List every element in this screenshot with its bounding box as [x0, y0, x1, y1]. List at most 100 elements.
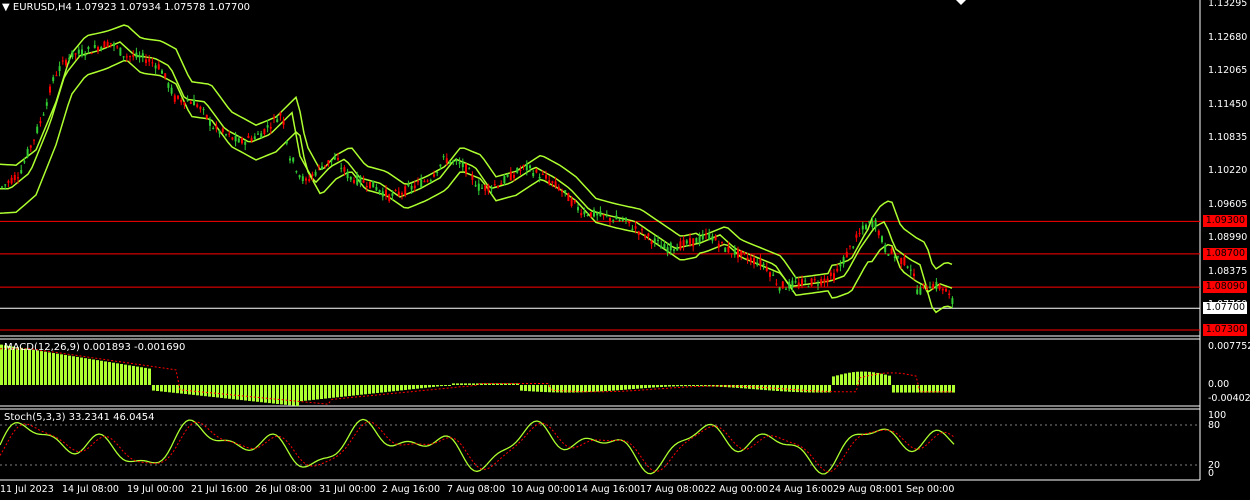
candle-body: [84, 54, 87, 57]
candle-body: [647, 233, 650, 237]
candle-body: [884, 245, 887, 253]
candle-body: [506, 174, 509, 177]
candle-body: [897, 256, 899, 258]
candle-body: [337, 158, 339, 160]
candle-body: [314, 171, 317, 176]
macd-bar: [652, 385, 655, 388]
candle-body: [695, 237, 698, 243]
candle-body: [551, 181, 554, 183]
candle-body: [81, 49, 83, 57]
candle-body: [285, 141, 288, 144]
candle-body: [842, 257, 845, 265]
time-tick: 22 Aug 00:00: [704, 484, 769, 495]
macd-bar: [136, 366, 139, 385]
candle-body: [20, 170, 23, 174]
macd-bar: [688, 385, 691, 387]
candle-body: [362, 180, 365, 183]
macd-bar: [396, 385, 399, 391]
candle-body: [356, 175, 359, 185]
macd-bar: [184, 385, 187, 395]
macd-bar: [56, 353, 59, 385]
candle-body: [650, 240, 653, 245]
candle-body: [391, 193, 394, 196]
candle-body: [740, 250, 743, 256]
macd-bar: [840, 374, 843, 385]
candle-body: [906, 266, 909, 268]
macd-bar: [164, 385, 167, 392]
candle-body: [97, 46, 99, 52]
macd-bar: [524, 385, 527, 391]
candle-body: [554, 181, 557, 187]
macd-bar: [868, 371, 871, 385]
candle-body: [164, 73, 167, 78]
macd-bar: [60, 354, 63, 385]
candle-body: [378, 190, 381, 193]
candle-body: [586, 215, 589, 217]
candle-body: [1, 186, 3, 188]
candle-body: [311, 174, 314, 176]
candle-body: [567, 193, 570, 202]
candle-body: [429, 180, 432, 182]
candle-body: [445, 158, 448, 164]
time-tick: 31 Jul 00:00: [319, 484, 376, 495]
candle-body: [154, 65, 157, 69]
candle-body: [353, 180, 355, 183]
candle-body: [433, 174, 435, 177]
candle-body: [148, 59, 151, 62]
candle-body: [289, 158, 291, 161]
chart-canvas[interactable]: [0, 0, 1250, 500]
candle-body: [365, 186, 368, 188]
macd-bar: [784, 385, 787, 392]
shift-marker-icon[interactable]: [956, 0, 966, 5]
macd-bar: [224, 385, 227, 399]
macd-bar: [140, 367, 143, 385]
macd-bar: [436, 385, 439, 387]
candle-body: [68, 57, 71, 60]
candle-body: [266, 125, 269, 128]
macd-bar: [592, 385, 595, 392]
candle-body: [941, 288, 944, 291]
candle-body: [759, 258, 762, 266]
price-tick: 1.09605: [1208, 198, 1248, 210]
candle-body: [257, 133, 259, 135]
time-tick: 19 Jul 00:00: [127, 484, 184, 495]
macd-bar: [900, 385, 903, 393]
candle-body: [535, 169, 538, 173]
band-middle: [0, 41, 953, 294]
candle-body: [282, 120, 285, 125]
candle-body: [929, 286, 931, 289]
macd-bar: [228, 385, 231, 399]
candle-body: [724, 247, 727, 252]
candle-body: [90, 52, 93, 55]
candle-body: [340, 167, 343, 169]
macd-bar: [260, 385, 263, 403]
candle-body: [218, 130, 221, 134]
candle-body: [426, 180, 429, 182]
macd-bar: [64, 354, 67, 385]
candle-body: [193, 99, 195, 106]
macd-bar: [676, 385, 679, 387]
candle-body: [836, 268, 839, 272]
macd-bar: [440, 385, 443, 387]
macd-bar: [196, 385, 199, 396]
macd-bar: [76, 356, 79, 385]
dropdown-triangle-icon[interactable]: ▼: [2, 2, 10, 13]
candle-body: [301, 176, 304, 182]
macd-bar: [792, 385, 795, 392]
time-tick: 10 Aug 00:00: [511, 484, 576, 495]
candle-body: [455, 159, 458, 162]
time-tick: 14 Jul 08:00: [62, 484, 119, 495]
macd-bar: [908, 385, 911, 393]
macd-bar: [556, 385, 559, 393]
macd-bar: [244, 385, 247, 401]
candle-body: [877, 230, 880, 236]
candle-body: [442, 156, 445, 158]
time-tick: 14 Aug 16:00: [576, 484, 641, 495]
candle-body: [548, 180, 551, 185]
candle-body: [564, 190, 567, 193]
candle-body: [119, 47, 122, 56]
macd-bar: [248, 385, 251, 401]
macd-bar: [424, 385, 427, 388]
macd-bar: [48, 352, 51, 385]
candle-body: [580, 212, 583, 216]
